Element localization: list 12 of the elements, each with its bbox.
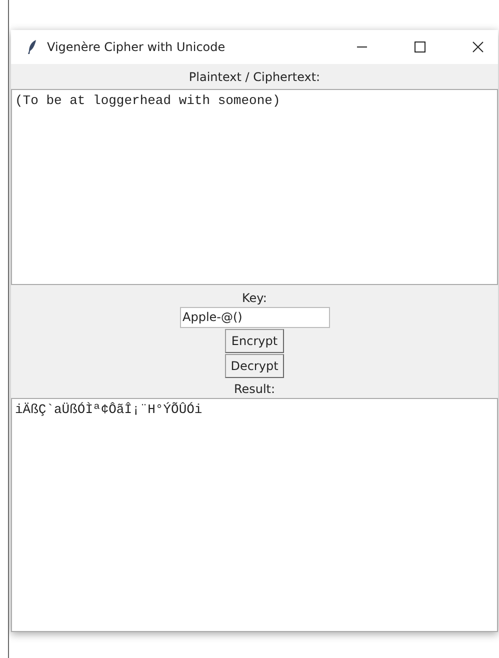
decrypt-button[interactable]: Decrypt [224, 354, 284, 378]
result-field[interactable]: iÄßÇ`aÜßÓÌª¢ÔãÎ¡¨H°ÝÕÛÓi [11, 398, 498, 632]
key-field[interactable]: Apple-@() [180, 307, 330, 328]
input-label: Plaintext / Ciphertext: [188, 69, 322, 86]
feather-icon [27, 39, 37, 55]
encrypt-button[interactable]: Encrypt [225, 329, 284, 353]
plaintext-field[interactable]: (To be at loggerhead with someone) [11, 89, 498, 285]
maximize-icon[interactable] [414, 41, 426, 53]
window-title: Vigenère Cipher with Unicode [47, 40, 226, 54]
key-label: Key: [242, 290, 267, 307]
close-icon[interactable] [472, 41, 484, 53]
result-label: Result: [234, 381, 276, 398]
